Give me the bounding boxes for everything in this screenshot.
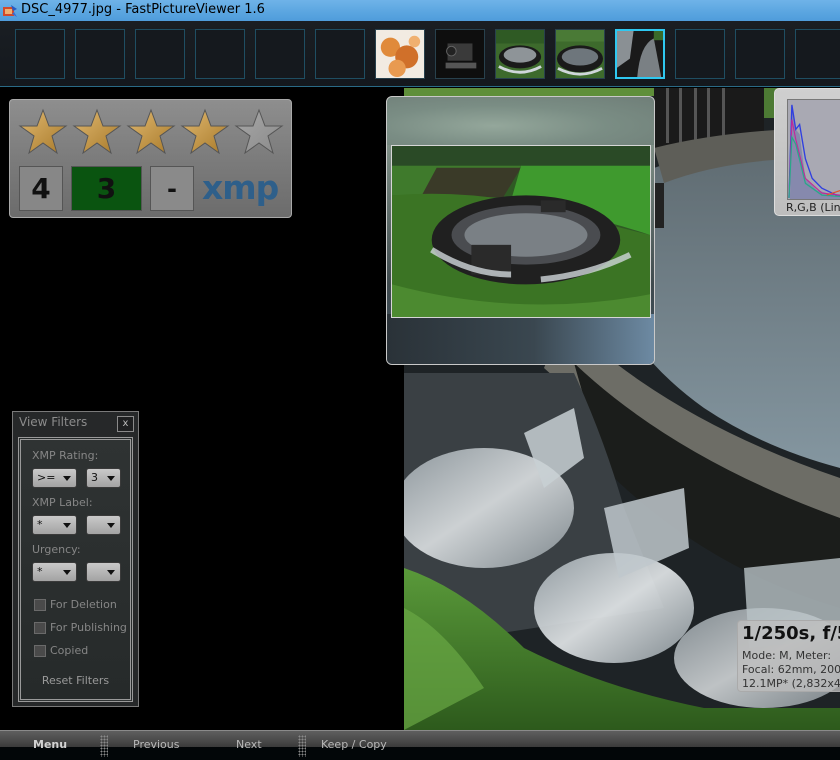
xmp-label-badge[interactable]: 3 (71, 166, 142, 211)
xmp-rating-label: XMP Rating: (32, 449, 99, 462)
exif-info-panel: 1/250s, f/5 Mode: M, Meter: Focal: 62mm,… (737, 620, 840, 692)
for-deletion-label[interactable]: For Deletion (50, 598, 117, 611)
keep-copy-button[interactable]: Keep / Copy (321, 738, 387, 751)
urgency-operator-select[interactable]: * (32, 562, 77, 582)
filmstrip-slot-empty[interactable] (195, 29, 245, 79)
star-empty-icon[interactable] (234, 108, 284, 156)
filmstrip-slot-empty[interactable] (135, 29, 185, 79)
histogram-plot (787, 99, 840, 200)
filmstrip-thumbnail[interactable] (435, 29, 485, 79)
navigator-preview-image[interactable] (391, 145, 651, 318)
filmstrip-thumbnail[interactable] (495, 29, 545, 79)
window-title: DSC_4977.jpg - FastPictureViewer 1.6 (21, 2, 265, 17)
exif-focal: Focal: 62mm, 200 (742, 663, 840, 676)
star-rating[interactable] (18, 108, 284, 158)
xmp-rating-value-select[interactable]: 3 (86, 468, 121, 488)
for-deletion-checkbox[interactable] (34, 599, 46, 611)
filmstrip-slot-empty[interactable] (315, 29, 365, 79)
thumbnail-image (376, 30, 424, 78)
urgency-value-select[interactable] (86, 562, 121, 582)
xmp-rating-value: 3 (91, 471, 98, 484)
close-icon: x (122, 418, 129, 429)
xmp-rating-badge[interactable]: 4 (19, 166, 63, 211)
filmstrip-slot-empty[interactable] (735, 29, 785, 79)
filmstrip-thumbnail[interactable] (555, 29, 605, 79)
star-filled-icon[interactable] (18, 108, 68, 156)
chevron-down-icon (107, 570, 115, 575)
bottom-toolbar: Menu Previous Next Keep / Copy (0, 730, 840, 760)
navigator-blur-top (387, 97, 654, 145)
chevron-down-icon (63, 570, 71, 575)
star-filled-icon[interactable] (180, 108, 230, 156)
app-icon[interactable] (2, 3, 18, 18)
histogram-panel[interactable]: R,G,B (Lin (774, 88, 840, 216)
xmp-label-value-select[interactable] (86, 515, 121, 535)
exif-mode: Mode: M, Meter: (742, 649, 832, 662)
xmp-label-operator-value: * (37, 518, 43, 531)
close-button[interactable]: x (117, 416, 134, 432)
star-filled-icon[interactable] (126, 108, 176, 156)
navigator-panel[interactable] (386, 96, 655, 365)
for-publishing-label[interactable]: For Publishing (50, 621, 127, 634)
urgency-label: Urgency: (32, 543, 81, 556)
grip-handle-icon[interactable] (298, 735, 306, 757)
exif-exposure: 1/250s, f/5 (742, 623, 840, 644)
urgency-operator-value: * (37, 565, 43, 578)
filmstrip-slot-empty[interactable] (795, 29, 840, 79)
histogram-caption: R,G,B (Lin (786, 201, 840, 214)
thumbnail-image (617, 31, 663, 77)
thumbnail-image (556, 30, 604, 78)
exif-resolution: 12.1MP* (2,832x4 (742, 677, 840, 690)
filmstrip-thumbnail-selected[interactable] (615, 29, 665, 79)
previous-button[interactable]: Previous (133, 738, 180, 751)
title-bar[interactable]: DSC_4977.jpg - FastPictureViewer 1.6 (0, 0, 840, 21)
chevron-down-icon (107, 476, 115, 481)
star-filled-icon[interactable] (72, 108, 122, 156)
copied-label[interactable]: Copied (50, 644, 88, 657)
urgency-badge[interactable]: - (150, 166, 194, 211)
filmstrip-slot-empty[interactable] (75, 29, 125, 79)
navigator-blur-bottom (387, 314, 654, 364)
xmp-label-operator-select[interactable]: * (32, 515, 77, 535)
view-filters-body: XMP Rating: >= 3 XMP Label: * Urgency: * (18, 437, 133, 702)
filmstrip-slot-empty[interactable] (675, 29, 725, 79)
next-button[interactable]: Next (236, 738, 262, 751)
xmp-logo: xmp (202, 168, 279, 207)
chevron-down-icon (63, 523, 71, 528)
chevron-down-icon (107, 523, 115, 528)
view-filters-panel: View Filters x XMP Rating: >= 3 XMP Labe… (12, 411, 139, 707)
thumbnail-image (496, 30, 544, 78)
filmstrip-slot-empty[interactable] (255, 29, 305, 79)
filmstrip-thumbnail[interactable] (375, 29, 425, 79)
menu-button[interactable]: Menu (33, 738, 67, 751)
xmp-label-label: XMP Label: (32, 496, 93, 509)
rating-panel: 4 3 - xmp (9, 99, 292, 218)
grip-handle-icon[interactable] (100, 735, 108, 757)
filmstrip-slot-empty[interactable] (15, 29, 65, 79)
reset-filters-button[interactable]: Reset Filters (21, 674, 130, 687)
xmp-rating-operator-value: >= (37, 471, 56, 484)
thumbnail-image (436, 30, 484, 78)
for-publishing-checkbox[interactable] (34, 622, 46, 634)
xmp-rating-operator-select[interactable]: >= (32, 468, 77, 488)
copied-checkbox[interactable] (34, 645, 46, 657)
view-filters-title: View Filters (19, 415, 88, 429)
filmstrip[interactable] (0, 21, 840, 87)
chevron-down-icon (63, 476, 71, 481)
bottom-toolbar-band (0, 730, 840, 747)
